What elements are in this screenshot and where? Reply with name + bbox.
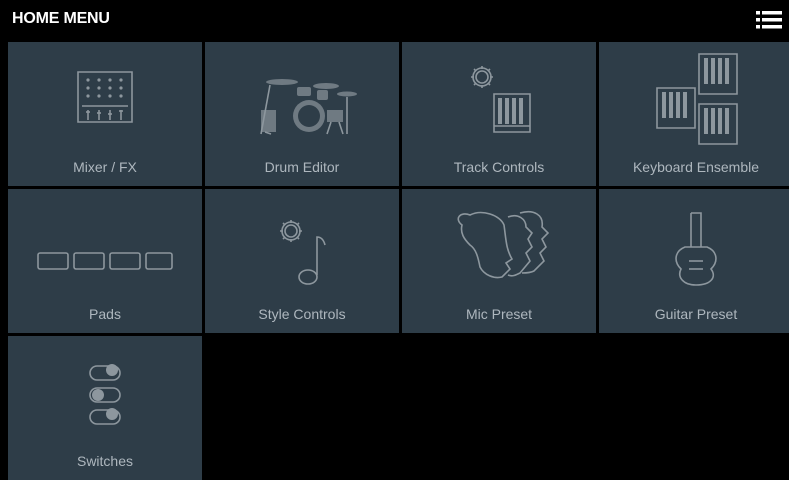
pads-icon bbox=[8, 189, 202, 299]
tile-switches[interactable]: Switches bbox=[8, 336, 202, 480]
tile-label: Drum Editor bbox=[264, 159, 340, 175]
hamburger-list-icon bbox=[756, 11, 782, 29]
switches-icon bbox=[8, 364, 202, 446]
mixer-icon bbox=[8, 42, 202, 152]
tile-label: Track Controls bbox=[453, 159, 545, 175]
tile-track-controls[interactable]: Track Controls bbox=[402, 42, 596, 186]
tile-label: Pads bbox=[89, 306, 121, 322]
tile-guitar-preset[interactable]: Guitar Preset bbox=[599, 189, 789, 333]
gear-keyboard-icon bbox=[402, 42, 596, 152]
page-title: HOME MENU bbox=[12, 10, 110, 27]
tile-mixer-fx[interactable]: Mixer / FX bbox=[8, 42, 202, 186]
tile-label: Style Controls bbox=[258, 306, 346, 322]
tile-mic-preset[interactable]: Mic Preset bbox=[402, 189, 596, 333]
menu-button[interactable] bbox=[756, 10, 782, 30]
drum-kit-icon bbox=[205, 79, 357, 152]
header-bar: HOME MENU bbox=[0, 0, 789, 40]
gear-note-icon bbox=[205, 189, 399, 299]
tile-label: Keyboard Ensemble bbox=[632, 159, 760, 175]
tile-label: Switches bbox=[76, 453, 134, 469]
tile-label: Mixer / FX bbox=[73, 159, 137, 175]
tile-style-controls[interactable]: Style Controls bbox=[205, 189, 399, 333]
tile-label: Guitar Preset bbox=[654, 306, 738, 322]
faces-icon bbox=[402, 189, 596, 299]
tile-drum-editor[interactable]: Drum Editor bbox=[205, 42, 399, 186]
tile-pads[interactable]: Pads bbox=[8, 189, 202, 333]
tile-label: Mic Preset bbox=[465, 306, 533, 322]
guitar-icon bbox=[599, 189, 789, 299]
tile-keyboard-ensemble[interactable]: Keyboard Ensemble bbox=[599, 42, 789, 186]
keyboards-icon bbox=[599, 42, 789, 152]
